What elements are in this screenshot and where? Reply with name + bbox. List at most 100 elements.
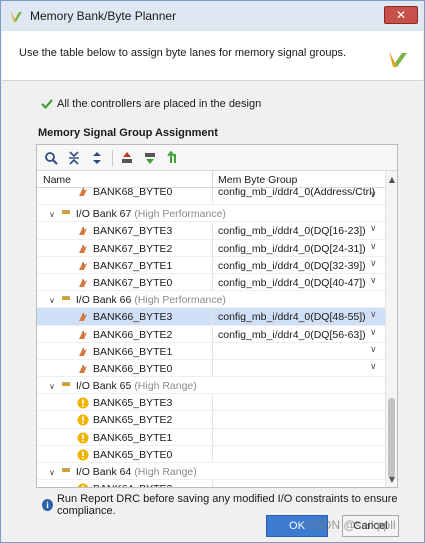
row-name-cell: ∨ I/O Bank 66 (High Performance) bbox=[49, 294, 226, 306]
cell-divider bbox=[212, 308, 213, 325]
dropdown-chevron-icon[interactable]: ∨ bbox=[370, 259, 377, 269]
row-name-cell: BANK66_BYTE2 bbox=[77, 329, 172, 341]
table-row[interactable]: BANK65_BYTE1 bbox=[37, 428, 385, 446]
byte-lane-icon bbox=[77, 329, 89, 341]
info-text: Run Report DRC before saving any modifie… bbox=[56, 493, 398, 517]
dropdown-chevron-icon[interactable]: ∨ bbox=[370, 276, 377, 286]
row-label: BANK68_BYTE0 bbox=[93, 188, 173, 198]
scrollbar-thumb[interactable] bbox=[388, 398, 395, 478]
mem-byte-group-cell[interactable]: config_mb_i/ddr4_0(Address/Ctrl) bbox=[218, 188, 375, 198]
info-icon: i bbox=[42, 499, 53, 511]
swap-icon bbox=[167, 150, 176, 163]
mem-byte-group-cell[interactable]: config_mb_i/ddr4_0(DQ[16-23]) bbox=[218, 225, 366, 237]
warning-icon bbox=[77, 397, 89, 409]
table-row[interactable]: BANK65_BYTE2 bbox=[37, 411, 385, 429]
byte-lane-icon bbox=[77, 346, 89, 358]
cell-divider bbox=[212, 325, 213, 342]
io-bank-icon bbox=[60, 294, 72, 306]
table-row[interactable]: BANK67_BYTE0 config_mb_i/ddr4_0(DQ[40-47]… bbox=[37, 273, 385, 292]
bank-row[interactable]: ∨ I/O Bank 65 (High Range) bbox=[37, 377, 385, 395]
byte-lane-icon bbox=[77, 260, 89, 272]
table-row[interactable]: BANK67_BYTE3 config_mb_i/ddr4_0(DQ[16-23]… bbox=[37, 222, 385, 240]
toolbar-separator bbox=[112, 149, 113, 166]
unplace-button[interactable] bbox=[140, 148, 160, 168]
scroll-up-icon[interactable]: ▲ bbox=[387, 175, 397, 185]
dropdown-chevron-icon[interactable]: ∨ bbox=[370, 190, 377, 200]
table-toolbar bbox=[37, 145, 397, 171]
byte-lane-icon bbox=[77, 225, 89, 237]
row-name-cell: BANK65_BYTE1 bbox=[77, 432, 172, 444]
table-row[interactable]: BANK65_BYTE3 bbox=[37, 394, 385, 412]
row-name-cell: BANK68_BYTE0 bbox=[77, 188, 172, 198]
row-label: BANK65_BYTE2 bbox=[93, 414, 173, 427]
row-name-cell: BANK66_BYTE3 bbox=[77, 311, 172, 323]
table-row[interactable]: BANK66_BYTE3 config_mb_i/ddr4_0(DQ[48-55]… bbox=[37, 308, 385, 326]
close-button[interactable]: ✕ bbox=[384, 6, 418, 24]
warning-icon bbox=[77, 414, 89, 426]
dropdown-chevron-icon[interactable]: ∨ bbox=[370, 242, 377, 252]
mem-byte-group-cell[interactable]: config_mb_i/ddr4_0(DQ[40-47]) bbox=[218, 277, 366, 289]
table-row[interactable]: BANK66_BYTE0 ∨ bbox=[37, 359, 385, 378]
mem-byte-group-cell[interactable]: config_mb_i/ddr4_0(DQ[56-63]) bbox=[218, 329, 366, 341]
dropdown-chevron-icon[interactable]: ∨ bbox=[370, 224, 377, 234]
row-label: BANK67_BYTE1 bbox=[93, 259, 173, 272]
row-label: I/O Bank 66 bbox=[75, 294, 132, 307]
auto-place-button[interactable] bbox=[117, 148, 137, 168]
byte-lane-icon bbox=[77, 311, 89, 323]
bank-type-label: (High Range) bbox=[134, 466, 197, 478]
cell-divider bbox=[212, 428, 213, 445]
bank-row[interactable]: ∨ I/O Bank 64 (High Range) bbox=[37, 463, 385, 481]
cell-divider bbox=[212, 359, 213, 377]
table-row[interactable]: BANK66_BYTE1 ∨ bbox=[37, 342, 385, 360]
table-row[interactable]: BANK68_BYTE0 config_mb_i/ddr4_0(Address/C… bbox=[37, 188, 385, 206]
checkmark-icon bbox=[41, 99, 53, 110]
bank-row[interactable]: ∨ I/O Bank 66 (High Performance) bbox=[37, 291, 385, 309]
column-header-name[interactable]: Name bbox=[43, 174, 71, 186]
column-divider[interactable] bbox=[212, 171, 213, 188]
memory-bank-planner-dialog: Memory Bank/Byte Planner ✕ Use the table… bbox=[0, 0, 425, 543]
mem-byte-group-cell[interactable]: config_mb_i/ddr4_0(DQ[48-55]) bbox=[218, 311, 366, 323]
row-label: BANK65_BYTE3 bbox=[93, 397, 173, 410]
expand-all-icon bbox=[93, 151, 101, 164]
table-row[interactable]: BANK66_BYTE2 config_mb_i/ddr4_0(DQ[56-63]… bbox=[37, 325, 385, 343]
table-row[interactable]: BANK64_BYTE3 bbox=[37, 480, 385, 487]
bank-row[interactable]: ∨ I/O Bank 67 (High Performance) bbox=[37, 205, 385, 223]
warning-icon bbox=[77, 483, 89, 487]
vivado-app-icon bbox=[10, 10, 22, 22]
table-row[interactable]: BANK67_BYTE2 config_mb_i/ddr4_0(DQ[24-31]… bbox=[37, 239, 385, 257]
expand-all-button[interactable] bbox=[87, 148, 107, 168]
expand-chevron-icon[interactable]: ∨ bbox=[49, 296, 55, 305]
search-icon bbox=[45, 151, 58, 165]
io-bank-icon bbox=[60, 380, 72, 392]
expand-chevron-icon[interactable]: ∨ bbox=[49, 382, 55, 391]
row-label: BANK66_BYTE3 bbox=[93, 311, 173, 324]
warning-icon bbox=[77, 449, 89, 461]
window-title: Memory Bank/Byte Planner bbox=[30, 9, 177, 23]
swap-button[interactable] bbox=[163, 148, 183, 168]
collapse-all-icon bbox=[69, 150, 79, 165]
mem-byte-group-cell[interactable]: config_mb_i/ddr4_0(DQ[24-31]) bbox=[218, 243, 366, 255]
row-label: BANK66_BYTE0 bbox=[93, 362, 173, 375]
byte-lane-icon bbox=[77, 277, 89, 289]
collapse-all-button[interactable] bbox=[64, 148, 84, 168]
section-title: Memory Signal Group Assignment bbox=[38, 127, 218, 139]
auto-place-icon bbox=[122, 151, 132, 163]
dropdown-chevron-icon[interactable]: ∨ bbox=[370, 310, 377, 320]
row-name-cell: BANK66_BYTE0 bbox=[77, 363, 172, 375]
dropdown-chevron-icon[interactable]: ∨ bbox=[370, 362, 377, 372]
scroll-down-icon[interactable]: ▼ bbox=[387, 475, 397, 485]
row-label: I/O Bank 64 bbox=[75, 466, 132, 478]
expand-chevron-icon[interactable]: ∨ bbox=[49, 468, 55, 477]
mem-byte-group-cell[interactable]: config_mb_i/ddr4_0(DQ[32-39]) bbox=[218, 260, 366, 272]
status-text: All the controllers are placed in the de… bbox=[57, 98, 262, 110]
expand-chevron-icon[interactable]: ∨ bbox=[49, 210, 55, 219]
dropdown-chevron-icon[interactable]: ∨ bbox=[370, 328, 377, 338]
vertical-scrollbar[interactable]: ▲ ▼ bbox=[385, 171, 397, 487]
dropdown-chevron-icon[interactable]: ∨ bbox=[370, 345, 377, 355]
table-row[interactable]: BANK67_BYTE1 config_mb_i/ddr4_0(DQ[32-39]… bbox=[37, 256, 385, 274]
column-header-mem-byte-group[interactable]: Mem Byte Group bbox=[218, 174, 297, 186]
row-name-cell: BANK66_BYTE1 bbox=[77, 346, 172, 358]
table-row[interactable]: BANK65_BYTE0 bbox=[37, 445, 385, 463]
vivado-logo-icon bbox=[389, 51, 407, 67]
search-button[interactable] bbox=[41, 148, 61, 168]
